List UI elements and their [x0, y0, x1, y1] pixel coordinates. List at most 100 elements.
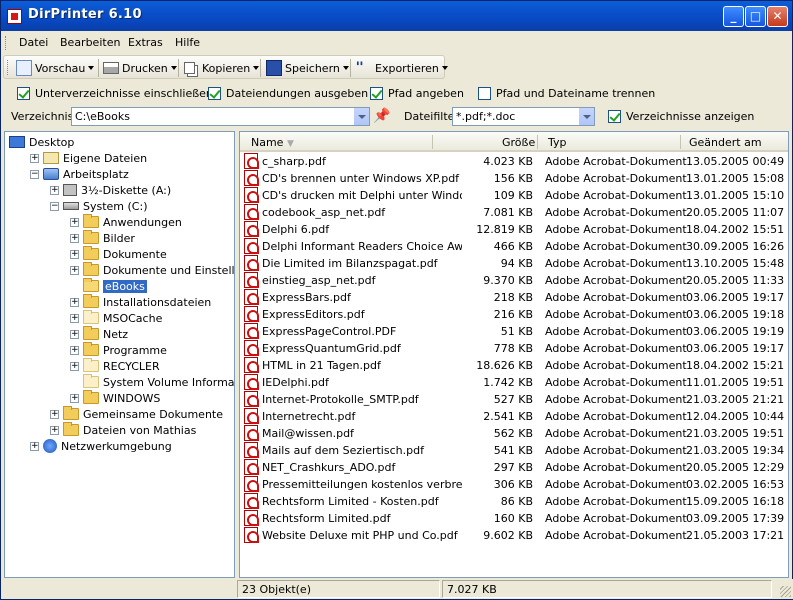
table-row[interactable]: HTML in 21 Tagen.pdf 18.626 KB Adobe Acrob…	[240, 357, 788, 374]
table-row[interactable]: Delphi Informant Readers Choice Aw... 466…	[240, 238, 788, 255]
tree-item[interactable]: Gemeinsame Dokumente	[63, 406, 223, 422]
expand-icon[interactable]: +	[70, 362, 79, 371]
tree-item[interactable]: RECYCLER	[83, 358, 160, 374]
table-row[interactable]: Internet-Protokolle_SMTP.pdf 527 KB Adobe …	[240, 391, 788, 408]
resize-grip-handle[interactable]	[780, 586, 791, 597]
expand-icon[interactable]: +	[70, 330, 79, 339]
table-row[interactable]: Website Deluxe mit PHP und Co.pdf 9.602 K…	[240, 527, 788, 544]
tree-item[interactable]: Netzwerkumgebung	[43, 438, 172, 454]
chevron-down-icon[interactable]	[578, 108, 594, 125]
close-button[interactable]: ✕	[767, 6, 788, 27]
show-extensions-checkbox[interactable]: Dateiendungen ausgeben	[208, 87, 368, 100]
split-path-checkbox[interactable]: Pfad und Dateiname trennen	[478, 87, 655, 100]
expand-icon[interactable]: +	[70, 250, 79, 259]
collapse-icon[interactable]: −	[50, 202, 59, 211]
menu-grip-handle[interactable]	[5, 36, 8, 50]
tree-item[interactable]: Desktop	[9, 134, 74, 150]
table-row[interactable]: Rechtsform Limited - Kosten.pdf 86 KB Adob…	[240, 493, 788, 510]
split-path-box[interactable]	[478, 87, 491, 100]
tree-item[interactable]: Arbeitsplatz	[43, 166, 129, 182]
table-row[interactable]: codebook_asp_net.pdf 7.081 KB Adobe Acroba…	[240, 204, 788, 221]
column-header-name[interactable]: Name ▼	[251, 136, 294, 149]
expand-icon[interactable]: +	[70, 314, 79, 323]
expand-icon[interactable]: +	[50, 410, 59, 419]
tree-item[interactable]: 3½-Diskette (A:)	[63, 182, 171, 198]
table-row[interactable]: ExpressEditors.pdf 216 KB Adobe Acrobat-Do…	[240, 306, 788, 323]
expand-icon[interactable]: +	[50, 426, 59, 435]
table-row[interactable]: Mails auf dem Seziertisch.pdf 541 KB Adobe…	[240, 442, 788, 459]
expand-icon[interactable]: +	[70, 394, 79, 403]
menu-hilfe[interactable]: Hilfe	[175, 36, 200, 49]
table-row[interactable]: ExpressBars.pdf 218 KB Adobe Acrobat-Dokum…	[240, 289, 788, 306]
toolbar-grip-handle[interactable]	[7, 60, 10, 75]
column-divider[interactable]	[537, 135, 538, 149]
show-extensions-box[interactable]	[208, 87, 221, 100]
chevron-down-icon[interactable]	[353, 108, 369, 125]
expand-icon[interactable]: +	[70, 218, 79, 227]
include-subdirs-box[interactable]	[17, 87, 30, 100]
table-row[interactable]: Internetrecht.pdf 2.541 KB Adobe Acrobat-D…	[240, 408, 788, 425]
menu-extras[interactable]: Extras	[128, 36, 163, 49]
table-row[interactable]: Delphi 6.pdf 12.819 KB Adobe Acrobat-Dokum…	[240, 221, 788, 238]
expand-icon[interactable]: +	[70, 266, 79, 275]
table-row[interactable]: c_sharp.pdf 4.023 KB Adobe Acrobat-Dokumen…	[240, 153, 788, 170]
folder-tree[interactable]: Desktop + Eigene Dateien − Arbeitsplatz +3½-D…	[4, 131, 235, 578]
table-row[interactable]: einstieg_asp_net.pdf 9.370 KB Adobe Acroba…	[240, 272, 788, 289]
expand-icon[interactable]: +	[30, 154, 39, 163]
minimize-button[interactable]: _	[723, 6, 744, 27]
copy-button[interactable]: Kopieren	[184, 59, 260, 77]
tree-item[interactable]: Dateien von Mathias	[63, 422, 196, 438]
app-icon[interactable]	[7, 9, 22, 24]
table-row[interactable]: Die Limited im Bilanzspagat.pdf 94 KB Adob…	[240, 255, 788, 272]
show-dirs-box[interactable]	[608, 110, 621, 123]
expand-icon[interactable]: +	[70, 234, 79, 243]
tree-item[interactable]: Installationsdateien	[83, 294, 211, 310]
tree-item[interactable]: Eigene Dateien	[43, 150, 147, 166]
save-button[interactable]: Speichern	[266, 59, 349, 77]
table-row[interactable]: ExpressQuantumGrid.pdf 778 KB Adobe Acroba…	[240, 340, 788, 357]
tree-item[interactable]: Programme	[83, 342, 167, 358]
menu-datei[interactable]: Datei	[19, 36, 48, 49]
tree-item[interactable]: Dokumente und Einstellungen	[83, 262, 234, 278]
table-row[interactable]: Pressemitteilungen kostenlos verbreit...…	[240, 476, 788, 493]
table-row[interactable]: NET_Crashkurs_ADO.pdf 297 KB Adobe Acrobat…	[240, 459, 788, 476]
tree-item[interactable]: WINDOWS	[83, 390, 160, 406]
tree-item[interactable]: Anwendungen	[83, 214, 182, 230]
table-row[interactable]: Mail@wissen.pdf 562 KB Adobe Acrobat-Dokum…	[240, 425, 788, 442]
menu-bearbeiten[interactable]: Bearbeiten	[60, 36, 120, 49]
column-divider[interactable]	[680, 135, 681, 149]
maximize-button[interactable]: □	[745, 6, 766, 27]
expand-icon[interactable]: +	[70, 298, 79, 307]
show-dirs-checkbox[interactable]: Verzeichnisse anzeigen	[608, 110, 754, 123]
title-bar[interactable]: DirPrinter 6.10 _ □ ✕	[1, 1, 792, 31]
column-header-date[interactable]: Geändert am	[689, 136, 762, 149]
column-header-type[interactable]: Typ	[548, 136, 567, 149]
tree-item[interactable]: eBooks	[83, 278, 147, 294]
expand-icon[interactable]: +	[70, 346, 79, 355]
pin-icon[interactable]: 📌	[373, 108, 390, 124]
expand-icon[interactable]: +	[30, 442, 39, 451]
expand-icon[interactable]: +	[50, 186, 59, 195]
show-path-box[interactable]	[370, 87, 383, 100]
tree-item[interactable]: MSOCache	[83, 310, 162, 326]
column-header-size[interactable]: Größe	[502, 136, 535, 149]
export-button[interactable]: ▮▮ Exportieren	[356, 59, 448, 77]
tree-item[interactable]: Netz	[83, 326, 128, 342]
print-button[interactable]: Drucken	[103, 59, 177, 77]
table-row[interactable]: CD's drucken mit Delphi unter Windo... 10…	[240, 187, 788, 204]
table-row[interactable]: CD's brennen unter Windows XP.pdf 156 KB A…	[240, 170, 788, 187]
column-divider[interactable]	[432, 135, 433, 149]
collapse-icon[interactable]: −	[30, 170, 39, 179]
table-row[interactable]: IEDelphi.pdf 1.742 KB Adobe Acrobat-Dokume…	[240, 374, 788, 391]
table-row[interactable]: Rechtsform Limited.pdf 160 KB Adobe Acroba…	[240, 510, 788, 527]
include-subdirs-checkbox[interactable]: Unterverzeichnisse einschließen	[17, 87, 213, 100]
filter-combo[interactable]: *.pdf;*.doc	[452, 107, 595, 126]
table-row[interactable]: ExpressPageControl.PDF 51 KB Adobe Acrobat…	[240, 323, 788, 340]
tree-item[interactable]: System Volume Information	[83, 374, 234, 390]
directory-combo[interactable]: C:\eBooks	[71, 107, 370, 126]
tree-item[interactable]: Dokumente	[83, 246, 167, 262]
file-list[interactable]: Name ▼ Größe Typ Geändert am c_sharp.pdf…	[239, 131, 789, 578]
tree-item[interactable]: Bilder	[83, 230, 135, 246]
tree-item[interactable]: System (C:)	[63, 198, 148, 214]
preview-button[interactable]: Vorschau	[16, 59, 95, 77]
